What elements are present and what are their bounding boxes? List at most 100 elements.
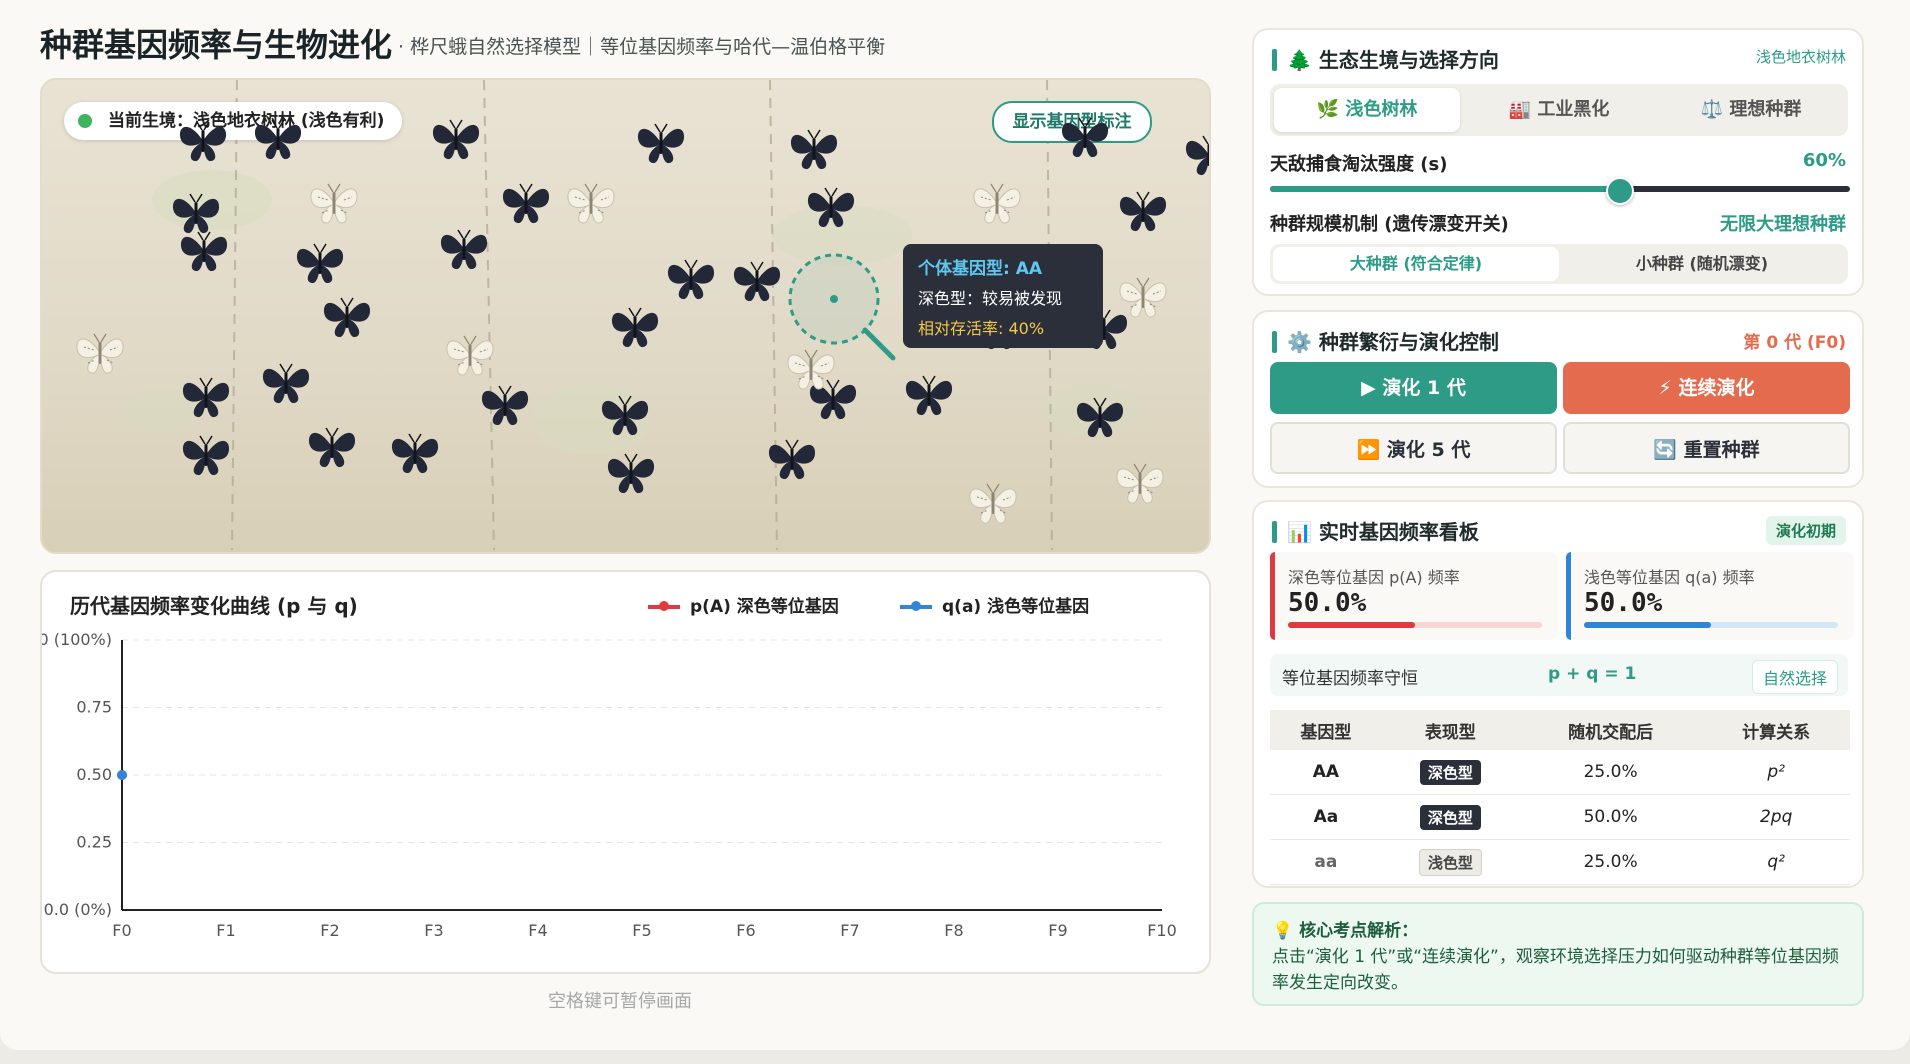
habitat-option-industrial[interactable]: 🏭 工业黑化 [1466,88,1652,132]
y-tick-label: 0.0 (0%) [44,900,112,919]
dark-moth-icon[interactable] [430,116,482,162]
simulation-field[interactable]: 当前生境：浅色地衣树林 (浅色有利) 显示基因型标注 个体基因型: AA 深色型… [40,78,1211,554]
light-moth-icon[interactable] [565,180,617,226]
dark-moth-icon[interactable] [599,392,651,438]
habitat-option-ideal[interactable]: ⚖️ 理想种群 [1658,88,1844,132]
population-size-selector: 大种群 (符合定律) 小种群 (随机漂变) [1270,244,1848,284]
dark-moth-icon[interactable] [294,240,346,286]
predation-slider-fill [1270,186,1618,192]
generation-counter: 第 0 代 (F0) [1743,333,1846,353]
page-title: 种群基因频率与生物进化 [40,26,393,64]
light-moth-icon[interactable] [971,180,1023,226]
p-frequency-bar [1288,622,1542,628]
formula-cell: p² [1702,750,1850,795]
app-page: 种群基因频率与生物进化 · 桦尺蛾自然选择模型｜等位基因频率与哈代—温伯格平衡 … [0,0,1910,1050]
dark-moth-icon[interactable] [665,256,717,302]
dark-moth-icon[interactable] [635,120,687,166]
frequency-cell: 25.0% [1518,750,1703,795]
tooltip-survival: 相对存活率: 40% [918,319,1045,338]
light-moth-icon[interactable] [1114,460,1166,506]
dark-moth-icon[interactable] [1117,188,1169,234]
control-card-title: 种群繁衍与演化控制 [1318,330,1499,354]
evolve-five-button[interactable]: ⏩ 演化 5 代 [1270,422,1557,474]
habitat-option-light-forest[interactable]: 🌿 浅色树林 [1274,88,1460,132]
genotype-table: 基因型 表现型 随机交配后 计算关系 AA 深色型 25.0% p² Aa 深色… [1270,710,1850,885]
data-point-q [117,770,127,780]
genotype-cell: aa [1270,839,1382,885]
x-tick-label: F9 [1048,921,1067,940]
dark-moth-icon[interactable] [180,432,232,478]
evolve-one-button[interactable]: ▶ 演化 1 代 [1270,362,1557,414]
phenotype-badge: 深色型 [1419,759,1481,785]
control-card-header: ⚙️ 种群繁衍与演化控制 [1272,326,1499,355]
dark-moth-icon[interactable] [178,228,230,274]
frequency-cell: 50.0% [1518,794,1703,840]
x-tick-label: F8 [944,921,963,940]
dark-moth-icon[interactable] [605,450,657,496]
dashboard-card: 📊 实时基因频率看板 演化初期 深色等位基因 p(A) 频率 50.0% 浅色等… [1252,500,1864,888]
magnifier-icon [788,253,896,361]
dark-moth-icon[interactable] [788,126,840,172]
x-tick-label: F7 [840,921,859,940]
p-frequency-box: 深色等位基因 p(A) 频率 50.0% [1270,552,1558,640]
dark-moth-icon[interactable] [500,180,552,226]
dark-moth-icon[interactable] [260,360,312,406]
table-row: aa 浅色型 25.0% q² [1270,839,1850,885]
reset-population-button[interactable]: 🔄 重置种群 [1563,422,1850,474]
genotype-cell: Aa [1270,794,1382,840]
predation-slider-handle[interactable] [1606,177,1634,205]
size-option-large[interactable]: 大种群 (符合定律) [1273,247,1559,281]
light-moth-icon[interactable] [308,180,360,226]
y-tick-label: 0.75 [76,698,112,717]
formula-cell: q² [1702,839,1850,885]
frequency-chart: 1.0 (100%) 0.75 0.50 0.25 0.0 (0%)F0 F1 F2 F3 F4… [42,630,1177,940]
dark-moth-icon[interactable] [903,372,955,418]
predation-slider[interactable] [1270,177,1850,205]
y-tick-label: 0.25 [76,833,112,852]
light-moth-icon[interactable] [1117,274,1169,320]
frequency-chart-card: 1.0 (100%) 0.75 0.50 0.25 0.0 (0%)F0 F1 F2 F3 F4… [40,570,1211,974]
dark-moth-icon[interactable] [805,184,857,230]
tooltip-phenotype: 深色型：较易被发现 [918,289,1063,308]
dark-moth-icon[interactable] [252,116,304,162]
x-tick-label: F4 [528,921,547,940]
size-option-small[interactable]: 小种群 (随机漂变) [1559,247,1845,281]
habitat-card: 🌲 生态生境与选择方向 浅色地衣树林 🌿 浅色树林 🏭 工业黑化 ⚖️ 理想种群… [1252,28,1864,296]
dark-moth-icon[interactable] [766,436,818,482]
continuous-evolve-button[interactable]: ⚡ 连续演化 [1563,362,1850,414]
dark-moth-icon[interactable] [1059,114,1111,160]
dark-moth-icon[interactable] [389,430,441,476]
dark-moth-icon[interactable] [609,304,661,350]
dark-moth-icon[interactable] [177,118,229,164]
predation-value: 60% [1802,150,1846,171]
conservation-label: 等位基因频率守恒 [1282,669,1418,689]
light-moth-icon[interactable] [967,480,1019,526]
legend-q-label: q(a) 浅色等位基因 [942,597,1090,617]
tooltip-genotype: 个体基因型: AA [918,259,1043,279]
population-size-label: 种群规模机制 (遗传漂变开关) [1270,214,1509,235]
phenotype-badge: 深色型 [1419,804,1481,830]
table-row: Aa 深色型 50.0% 2pq [1270,794,1850,840]
gear-icon: ⚙️ [1287,330,1319,354]
dark-moth-icon[interactable] [1183,132,1209,178]
dark-moth-icon[interactable] [321,294,373,340]
legend-p-label: p(A) 深色等位基因 [690,597,839,617]
dark-moth-icon[interactable] [731,258,783,304]
dark-moth-icon[interactable] [180,374,232,420]
table-header: 随机交配后 [1518,710,1703,750]
dark-moth-icon[interactable] [479,382,531,428]
p-frequency-value: 50.0% [1288,588,1367,618]
table-header: 基因型 [1270,710,1382,750]
table-row: AA 深色型 25.0% p² [1270,750,1850,795]
light-moth-icon[interactable] [74,330,126,376]
bar-chart-icon: 📊 [1287,520,1319,544]
stage-badge: 演化初期 [1765,516,1846,545]
habitat-indicator: 当前生境：浅色地衣树林 (浅色有利) [64,102,403,140]
dark-moth-icon[interactable] [306,424,358,470]
dark-moth-icon[interactable] [1074,394,1126,440]
dark-moth-icon[interactable] [438,226,490,272]
legend-q-swatch [900,601,932,611]
population-size-value: 无限大理想种群 [1720,214,1846,235]
conservation-row: 等位基因频率守恒 p + q = 1 自然选择 [1270,654,1848,696]
light-moth-icon[interactable] [444,332,496,378]
